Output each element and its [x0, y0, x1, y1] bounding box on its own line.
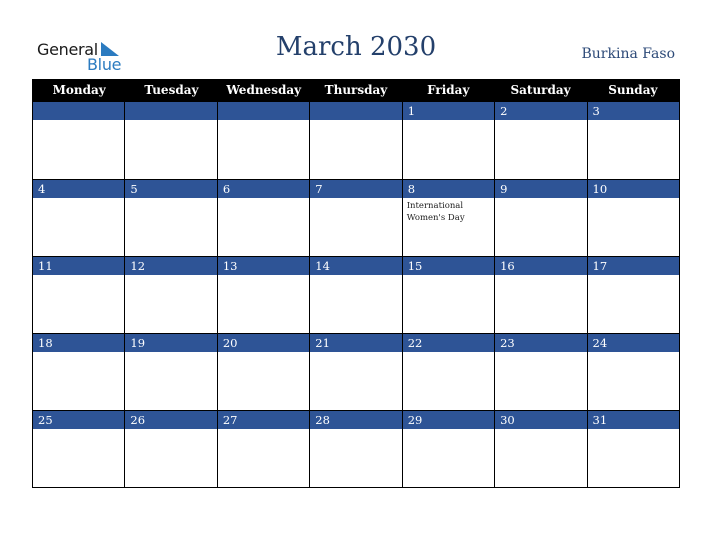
day-number: [125, 102, 217, 120]
day-number: 4: [33, 180, 125, 198]
day-cell: [124, 102, 217, 179]
calendar-grid: Monday Tuesday Wednesday Thursday Friday…: [32, 79, 680, 488]
week-row: 4 5 6 7 8 International Women's Day 9 10: [33, 179, 679, 256]
day-number: 24: [587, 334, 679, 352]
day-cell: 5: [124, 180, 217, 256]
day-cell: 15: [401, 257, 495, 333]
day-number: 13: [217, 257, 310, 275]
day-cell: 19: [124, 334, 217, 410]
day-number: 25: [33, 411, 125, 429]
day-number: [33, 102, 125, 120]
day-cell: 3: [586, 102, 679, 179]
day-cell: 7: [309, 180, 402, 256]
day-cell: 26: [124, 411, 217, 487]
day-cell: [33, 102, 125, 179]
day-cell: 1: [401, 102, 495, 179]
day-cell: 13: [216, 257, 310, 333]
day-cell: 22: [401, 334, 495, 410]
weekday-tuesday: Tuesday: [144, 83, 199, 97]
day-number: 3: [587, 102, 679, 120]
day-cell: 28: [309, 411, 402, 487]
day-number: 12: [125, 257, 217, 275]
day-number: 5: [125, 180, 217, 198]
day-cell: [216, 102, 310, 179]
day-number: 14: [310, 257, 402, 275]
day-cell: 6: [216, 180, 310, 256]
weekday-saturday: Saturday: [510, 83, 571, 97]
weekday-thursday: Thursday: [324, 83, 388, 97]
day-cell: 8 International Women's Day: [401, 180, 495, 256]
week-row: 25 26 27 28 29 30 31: [33, 410, 679, 487]
day-cell: 30: [494, 411, 587, 487]
day-cell: 2: [494, 102, 587, 179]
day-cell: 29: [401, 411, 495, 487]
day-number: 8: [402, 180, 495, 198]
day-number: [217, 102, 310, 120]
day-number: 23: [495, 334, 587, 352]
day-cell: 23: [494, 334, 587, 410]
day-number: 7: [310, 180, 402, 198]
day-cell: 24: [586, 334, 679, 410]
weekday-header: Monday Tuesday Wednesday Thursday Friday…: [33, 79, 679, 102]
day-cell: 4: [33, 180, 125, 256]
day-number: 19: [125, 334, 217, 352]
day-number: 22: [402, 334, 495, 352]
day-cell: 20: [216, 334, 310, 410]
day-number: 1: [402, 102, 495, 120]
day-cell: 31: [586, 411, 679, 487]
country-label: Burkina Faso: [581, 46, 676, 62]
day-number: 26: [125, 411, 217, 429]
day-cell: 14: [309, 257, 402, 333]
day-number: 28: [310, 411, 402, 429]
weekday-sunday: Sunday: [608, 83, 658, 97]
holiday-event: International Women's Day: [406, 201, 465, 223]
day-cell: 21: [309, 334, 402, 410]
day-number: 6: [217, 180, 310, 198]
day-number: 15: [402, 257, 495, 275]
weekday-monday: Monday: [52, 83, 106, 97]
day-cell: [309, 102, 402, 179]
day-number: 17: [587, 257, 679, 275]
day-number: 31: [587, 411, 679, 429]
day-cell: 16: [494, 257, 587, 333]
day-cell: 18: [33, 334, 125, 410]
day-cell: 12: [124, 257, 217, 333]
day-number: 11: [33, 257, 125, 275]
day-cell: 25: [33, 411, 125, 487]
day-number: 18: [33, 334, 125, 352]
day-number: 30: [495, 411, 587, 429]
day-cell: 9: [494, 180, 587, 256]
day-cell: 10: [586, 180, 679, 256]
week-row: 18 19 20 21 22 23 24: [33, 333, 679, 410]
day-number: [310, 102, 402, 120]
day-number: 27: [217, 411, 310, 429]
day-number: 9: [495, 180, 587, 198]
day-cell: 11: [33, 257, 125, 333]
day-number: 20: [217, 334, 310, 352]
day-number: 10: [587, 180, 679, 198]
weekday-wednesday: Wednesday: [226, 83, 302, 97]
day-number: 16: [495, 257, 587, 275]
weeks-container: 1 2 3 4 5 6 7 8 International Women's Day 9 10 11 12…: [33, 102, 679, 487]
day-cell: 17: [586, 257, 679, 333]
day-number: 29: [402, 411, 495, 429]
week-row: 123: [33, 102, 679, 179]
weekday-friday: Friday: [427, 83, 470, 97]
day-number: 21: [310, 334, 402, 352]
week-row: 11 12 13 14 15 16 17: [33, 256, 679, 333]
day-cell: 27: [216, 411, 310, 487]
day-number: 2: [495, 102, 587, 120]
